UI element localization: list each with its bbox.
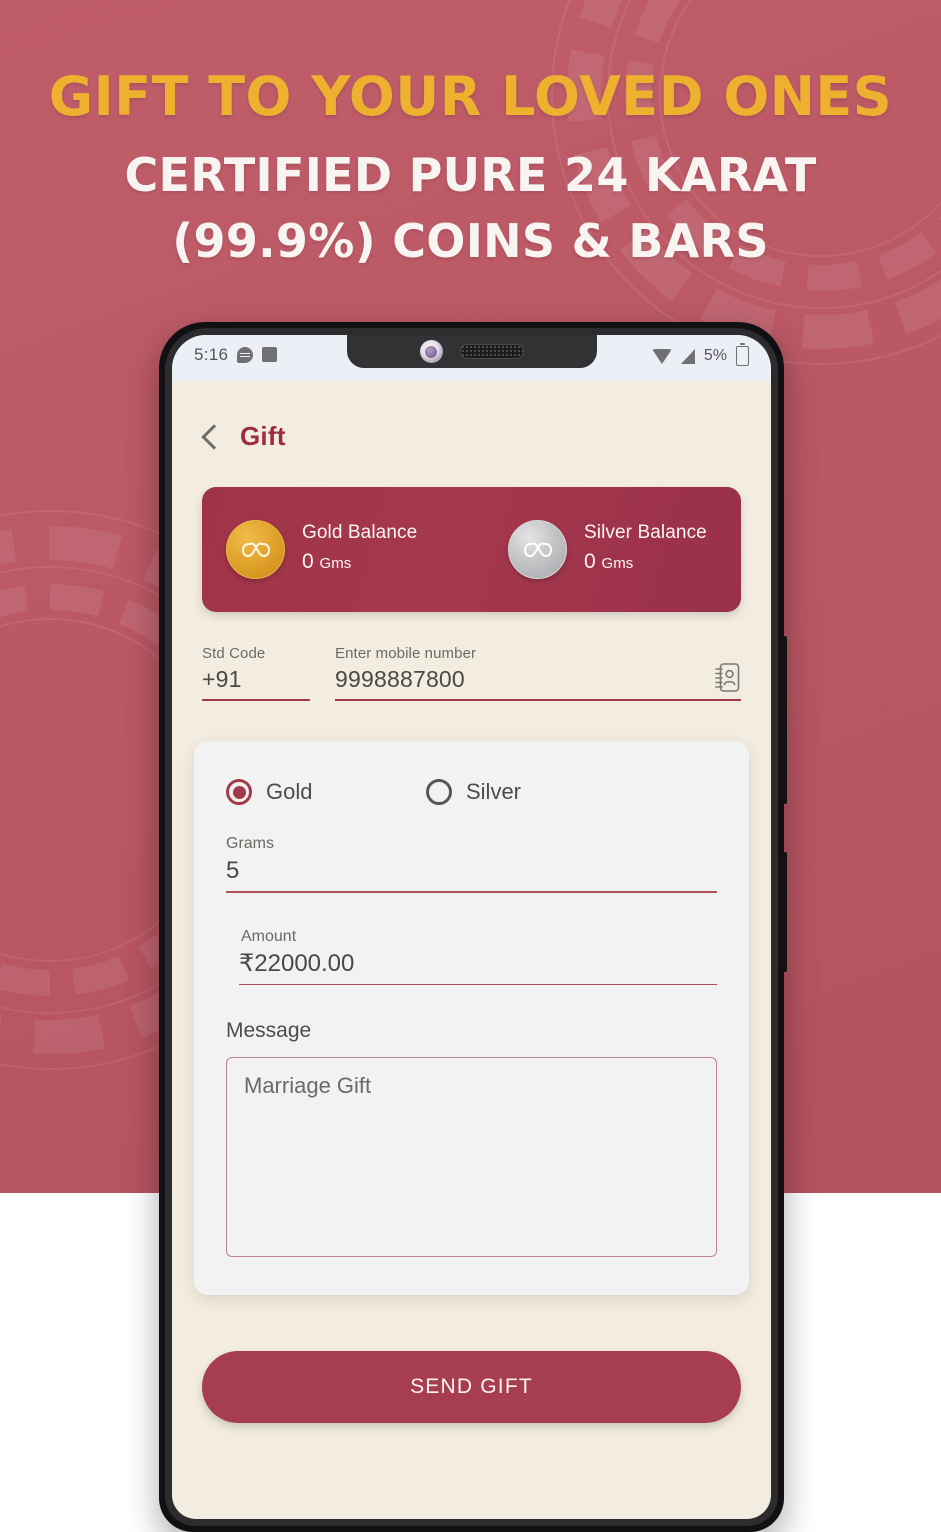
gold-balance-value: 0	[302, 550, 314, 573]
radio-gold-label: Gold	[266, 779, 313, 804]
wifi-icon	[651, 348, 672, 364]
gift-form-card: Gold Silver Grams 5 Amount ₹22000.00 Mes…	[194, 741, 749, 1296]
amount-value: ₹22000.00	[239, 949, 355, 977]
radio-option-gold[interactable]: Gold	[226, 779, 426, 805]
earpiece-speaker-icon	[459, 344, 524, 359]
radio-silver-label: Silver	[466, 779, 522, 804]
message-textarea[interactable]: Marriage Gift	[226, 1057, 717, 1258]
battery-icon	[736, 343, 749, 366]
gold-balance-label: Gold Balance	[302, 522, 418, 543]
phone-notch	[346, 335, 597, 368]
radio-silver-icon	[426, 779, 452, 805]
page-title: Gift	[240, 420, 286, 451]
phone-volume-button[interactable]	[782, 852, 787, 972]
gold-balance-item: Gold Balance 0 Gms	[226, 520, 508, 579]
mobile-number-value: 9998887800	[335, 666, 465, 692]
battery-percent-label: 5%	[703, 347, 727, 364]
gold-coin-icon	[226, 520, 285, 579]
square-icon	[262, 347, 278, 362]
std-code-value: +91	[202, 666, 242, 692]
silver-coin-icon	[508, 520, 567, 579]
front-camera-icon	[419, 340, 443, 363]
phone-power-button[interactable]	[782, 636, 787, 804]
mobile-number-underline	[335, 699, 741, 701]
chat-bubble-icon	[237, 346, 254, 363]
silver-balance-label: Silver Balance	[584, 522, 707, 543]
back-chevron-icon[interactable]	[198, 425, 220, 447]
status-bar: 5:16 5%	[172, 335, 771, 381]
std-code-underline	[202, 699, 310, 701]
radio-gold-icon	[226, 779, 252, 805]
promo-headline: GIFT TO YOUR LOVED ONES CERTIFIED PURE 2…	[0, 0, 941, 274]
metal-radio-group: Gold Silver	[226, 779, 717, 805]
silver-balance-value: 0	[584, 550, 596, 573]
amount-field[interactable]: Amount ₹22000.00	[226, 926, 717, 986]
headline-line-2: CERTIFIED PURE 24 KARAT	[124, 148, 817, 202]
std-code-label: Std Code	[202, 645, 266, 662]
send-gift-button[interactable]: SEND GIFT	[202, 1351, 741, 1424]
silver-balance-unit: Gms	[601, 555, 634, 572]
gold-balance-unit: Gms	[319, 555, 352, 572]
app-bar: Gift	[172, 381, 771, 459]
radio-option-silver[interactable]: Silver	[426, 779, 521, 805]
message-label: Message	[226, 1019, 312, 1043]
std-code-field[interactable]: Std Code +91	[202, 644, 310, 701]
signal-icon	[680, 348, 695, 364]
silver-balance-item: Silver Balance 0 Gms	[508, 520, 707, 579]
recipient-phone-row: Std Code +91 Enter mobile number 9998887…	[202, 644, 741, 701]
phone-screen: 5:16 5% Gift Gold Balance 0 Gms Silver B…	[172, 335, 771, 1519]
contacts-book-icon[interactable]	[714, 662, 741, 693]
grams-value: 5	[226, 857, 240, 884]
grams-label: Grams	[226, 835, 274, 852]
amount-underline	[239, 983, 717, 986]
grams-underline	[226, 891, 717, 893]
mobile-number-label: Enter mobile number	[335, 645, 477, 662]
balance-card: Gold Balance 0 Gms Silver Balance 0 Gms	[202, 487, 741, 612]
phone-mockup: 5:16 5% Gift Gold Balance 0 Gms Silver B…	[159, 322, 787, 1532]
headline-line-3: (99.9%) COINS & BARS	[172, 214, 769, 268]
status-bar-time: 5:16	[194, 345, 229, 364]
amount-label: Amount	[241, 927, 297, 945]
grams-field[interactable]: Grams 5	[226, 833, 717, 893]
headline-line-1: GIFT TO YOUR LOVED ONES	[48, 65, 893, 128]
mobile-number-field[interactable]: Enter mobile number 9998887800	[335, 644, 741, 701]
